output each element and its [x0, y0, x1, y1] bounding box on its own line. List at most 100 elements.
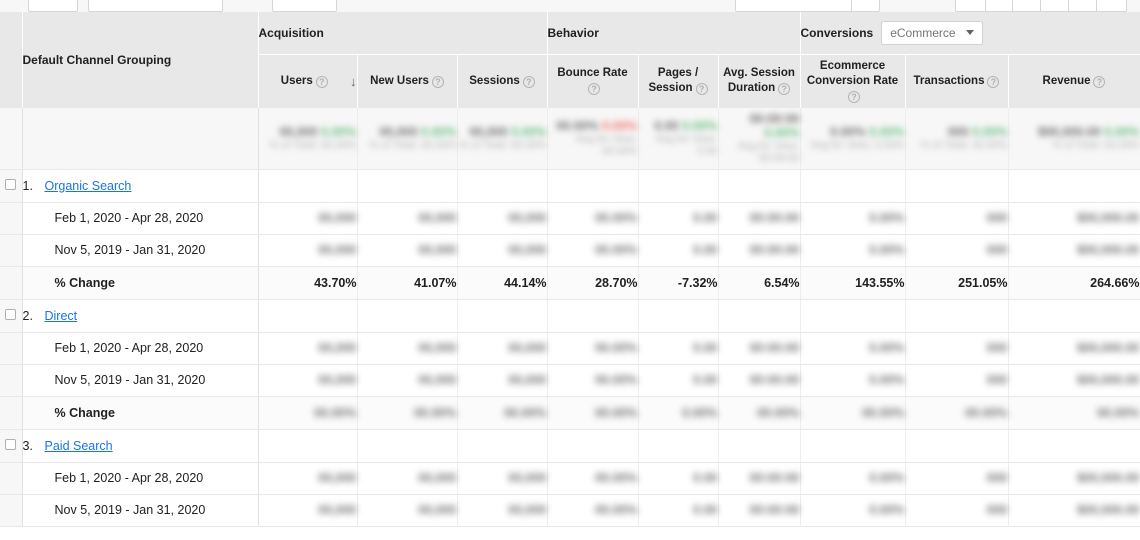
- redacted-metric-value: $00,000.00: [1076, 373, 1140, 387]
- column-header-pages-per-session[interactable]: Pages / Session?: [638, 53, 719, 108]
- dimension-link-organic-search[interactable]: Organic Search: [45, 179, 132, 193]
- stub-chart-type-toggle-segment-6[interactable]: [1097, 0, 1126, 11]
- column-header-ecommerce-conversion-rate[interactable]: Ecommerce Conversion Rate?: [800, 53, 906, 108]
- metric-value-cell: 00:00:00: [718, 332, 801, 365]
- metric-value-cell: 00.00%: [547, 202, 639, 235]
- change-value-cell: 0.00%: [638, 396, 719, 430]
- change-label-cell: % Change: [22, 266, 259, 300]
- redacted-change-value: 0.00%: [682, 405, 718, 420]
- redacted-metric-value: 00,000: [318, 503, 357, 517]
- redacted-metric-value: 0.00: [693, 341, 718, 355]
- help-icon[interactable]: ?: [522, 75, 535, 88]
- empty-cell: [457, 299, 548, 333]
- redacted-metric-value: 000: [986, 243, 1008, 257]
- redacted-metric-value: 00,000: [318, 471, 357, 485]
- group-header-acquisition: Acquisition: [258, 12, 548, 54]
- empty-cell: [718, 299, 801, 333]
- row-checkbox-cell-paid-search[interactable]: [0, 429, 23, 463]
- row-checkbox-cell-organic-search[interactable]: [0, 169, 23, 203]
- dimension-header-cell[interactable]: Default Channel Grouping: [22, 12, 259, 108]
- date-range-label: Feb 1, 2020 - Apr 28, 2020: [54, 211, 204, 225]
- metric-value-cell: 00,000: [357, 202, 458, 235]
- dimension-link-direct[interactable]: Direct: [45, 309, 78, 323]
- row-index: 3.: [22, 438, 33, 453]
- sort-descending-icon[interactable]: ↓: [350, 74, 357, 89]
- column-header-new-users[interactable]: New Users?: [357, 53, 458, 108]
- table-row-organic-search-current: Feb 1, 2020 - Apr 28, 2020 00,000 00,000 00…: [0, 202, 1140, 235]
- column-header-transactions[interactable]: Transactions?: [905, 53, 1009, 108]
- help-icon[interactable]: ?: [431, 75, 444, 88]
- table-row-paid-search: 3. Paid Search: [0, 429, 1140, 463]
- empty-cell: [357, 299, 458, 333]
- column-label-sessions: Sessions: [469, 74, 520, 87]
- metric-value-cell: 0.00: [638, 462, 719, 495]
- redacted-change-value: 00.00%: [314, 405, 357, 420]
- checkbox-icon[interactable]: [5, 178, 17, 190]
- metric-value-cell: 00,000: [457, 364, 548, 397]
- change-label-cell: % Change: [22, 396, 259, 430]
- date-range-label-cell: Feb 1, 2020 - Apr 28, 2020: [22, 202, 259, 235]
- stub-button-left-2[interactable]: [88, 0, 223, 12]
- dimension-link-paid-search[interactable]: Paid Search: [45, 439, 113, 453]
- stub-chart-type-toggle-segment-5[interactable]: [1069, 0, 1098, 11]
- chevron-down-icon: [965, 30, 974, 36]
- help-icon[interactable]: ?: [848, 90, 861, 103]
- redacted-total-value: 0.00 0.00% Avg for View: 0.00: [654, 119, 718, 158]
- empty-cell: [547, 299, 639, 333]
- stub-search-box[interactable]: [735, 0, 880, 12]
- row-checkbox-cell-direct[interactable]: [0, 299, 23, 333]
- column-header-sessions[interactable]: Sessions?: [457, 53, 548, 108]
- redacted-metric-value: 00,000: [508, 503, 547, 517]
- empty-cell: [638, 429, 719, 463]
- redacted-metric-value: 00,000: [418, 373, 457, 387]
- stub-chart-type-toggle[interactable]: [955, 0, 1127, 12]
- help-icon[interactable]: ?: [695, 83, 708, 96]
- metric-value-cell: 00,000: [258, 234, 358, 267]
- checkbox-icon[interactable]: [5, 308, 17, 320]
- spacer-checkbox-cell: [0, 396, 23, 430]
- help-icon[interactable]: ?: [987, 75, 1000, 88]
- help-icon[interactable]: ?: [315, 75, 328, 88]
- stub-button-left-1[interactable]: [28, 0, 78, 12]
- metric-value-cell: 00:00:00: [718, 364, 801, 397]
- metric-value-cell: $00,000.00: [1008, 364, 1140, 397]
- metric-value-cell: 000: [905, 332, 1009, 365]
- help-icon[interactable]: ?: [1093, 75, 1106, 88]
- stub-chart-type-toggle-segment-4[interactable]: [1041, 0, 1069, 11]
- change-value-cell: 44.14%: [457, 266, 548, 300]
- empty-cell: [1008, 299, 1140, 333]
- stub-chart-type-toggle-segment-1[interactable]: [956, 0, 986, 11]
- change-value-cell: 00.00%: [905, 396, 1009, 430]
- stub-chart-type-toggle-segment-3[interactable]: [1013, 0, 1041, 11]
- help-icon[interactable]: ?: [588, 83, 601, 96]
- redacted-metric-value: 0.00: [693, 243, 718, 257]
- spacer-checkbox-cell: [0, 462, 23, 495]
- checkbox-icon[interactable]: [5, 438, 17, 450]
- column-header-avg-session-duration[interactable]: Avg. Session Duration?: [718, 53, 801, 108]
- column-header-revenue[interactable]: Revenue?: [1008, 53, 1140, 108]
- stub-button-left-3[interactable]: [272, 0, 337, 12]
- stub-search-box-segment-1[interactable]: [736, 0, 853, 11]
- table-row-direct-change: % Change 00.00% 00.00% 00.00% 00.00% 0.00% 00.…: [0, 396, 1140, 430]
- redacted-total-value: 00,000 0.00%% of Total: 00.00%: [369, 125, 457, 152]
- metric-value-cell: 00,000: [457, 332, 548, 365]
- stub-chart-type-toggle-segment-2[interactable]: [986, 0, 1014, 11]
- stub-search-box-segment-2[interactable]: [852, 0, 879, 11]
- empty-cell: [800, 429, 906, 463]
- column-header-bounce-rate[interactable]: Bounce Rate?: [547, 53, 639, 108]
- cutoff-toolbar-strip: [0, 0, 1140, 12]
- metric-value-cell: 00,000: [457, 234, 548, 267]
- redacted-change-value: 00.00%: [757, 405, 800, 420]
- redacted-metric-value: 00:00:00: [749, 341, 800, 355]
- date-range-label-cell: Nov 5, 2019 - Jan 31, 2020: [22, 364, 259, 397]
- help-icon[interactable]: ?: [778, 83, 791, 96]
- conversions-goal-select[interactable]: eCommerce: [881, 20, 983, 45]
- empty-cell: [1008, 169, 1140, 203]
- change-value-cell: 43.70%: [258, 266, 358, 300]
- redacted-metric-value: 0.00%: [869, 243, 905, 257]
- change-value: 6.54%: [764, 275, 800, 290]
- metric-value-cell: 0.00: [638, 494, 719, 527]
- metric-value-cell: 000: [905, 234, 1009, 267]
- column-header-users[interactable]: Users? ↓: [258, 53, 358, 108]
- redacted-metric-value: 00,000: [318, 211, 357, 225]
